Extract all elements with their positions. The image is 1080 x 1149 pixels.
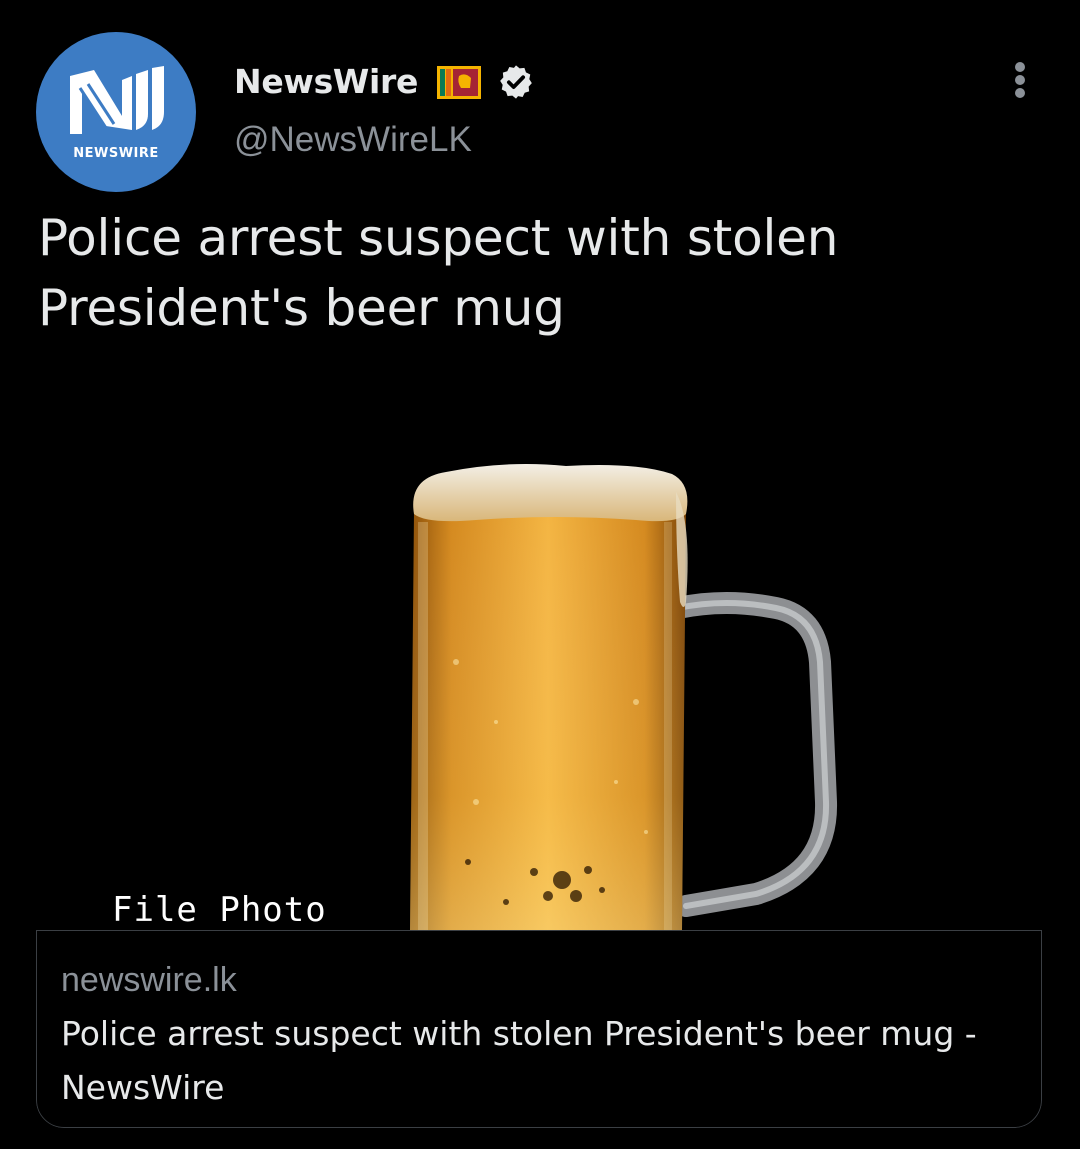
card-image[interactable]: File Photo — [36, 402, 1042, 930]
avatar-label: NEWSWIRE — [73, 146, 159, 161]
more-options-icon[interactable] — [1004, 56, 1036, 104]
tweet-text: Police arrest suspect with stolen Presid… — [38, 209, 839, 337]
newswire-logo-icon — [70, 66, 164, 134]
card-meta[interactable]: newswire.lk Police arrest suspect with s… — [36, 930, 1042, 1128]
file-photo-caption: File Photo — [112, 890, 327, 930]
card-title: Police arrest suspect with stolen Presid… — [61, 1014, 977, 1107]
sri-lanka-flag-icon — [437, 66, 481, 99]
link-card[interactable]: File Photo newswire.lk Police arrest sus… — [36, 402, 1042, 1128]
beer-mug-illustration — [410, 464, 838, 930]
verified-badge-icon — [500, 65, 532, 99]
tweet: NEWSWIRE NewsWire @NewsWireLK Police arr… — [0, 0, 1080, 1149]
avatar[interactable]: NEWSWIRE — [36, 32, 196, 192]
user-handle[interactable]: @NewsWireLK — [234, 120, 472, 160]
card-domain: newswire.lk — [61, 961, 237, 999]
display-name[interactable]: NewsWire — [234, 62, 418, 101]
